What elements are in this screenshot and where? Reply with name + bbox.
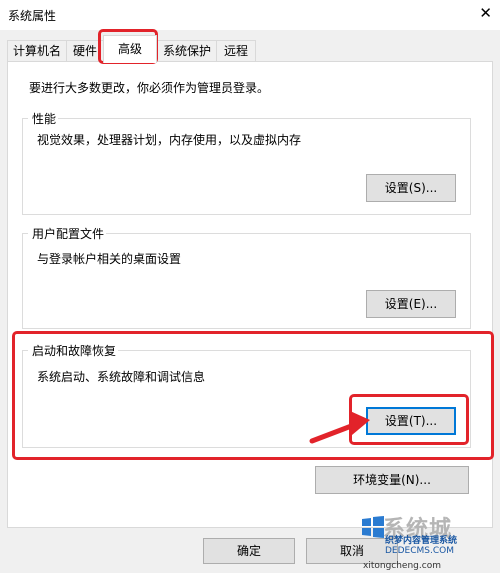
tab-label: 远程 xyxy=(223,44,248,58)
arrow-icon xyxy=(309,411,370,444)
title-bar: 系统属性 ✕ xyxy=(0,0,500,30)
user-profiles-title: 用户配置文件 xyxy=(30,225,107,242)
close-icon[interactable]: ✕ xyxy=(479,4,492,22)
performance-description: 视觉效果，处理器计划，内存使用，以及虚拟内存 xyxy=(37,133,302,147)
tab-label: 高级 xyxy=(117,42,142,56)
user-profiles-settings-button[interactable]: 设置(E)... xyxy=(366,290,456,318)
user-profiles-description: 与登录帐户相关的桌面设置 xyxy=(37,252,182,266)
ok-button[interactable]: 确定 xyxy=(203,538,295,564)
performance-title: 性能 xyxy=(30,110,59,127)
tab-computer-name[interactable]: 计算机名 xyxy=(7,40,67,62)
tab-label: 计算机名 xyxy=(12,44,61,58)
tab-system-protection[interactable]: 系统保护 xyxy=(157,40,217,62)
window-title: 系统属性 xyxy=(8,9,57,23)
watermark: 系统城 织梦内容管理系统 DEDECMS.COM xitongcheng.com xyxy=(355,511,500,573)
performance-settings-button[interactable]: 设置(S)... xyxy=(366,174,456,202)
environment-variables-button[interactable]: 环境变量(N)... xyxy=(315,466,469,494)
tab-label: 系统保护 xyxy=(162,44,211,58)
windows-logo-icon xyxy=(362,516,384,538)
tab-advanced[interactable]: 高级 xyxy=(103,35,157,63)
watermark-line3: xitongcheng.com xyxy=(363,561,441,571)
tab-remote[interactable]: 远程 xyxy=(216,40,256,62)
admin-notice: 要进行大多数更改，你必须作为管理员登录。 xyxy=(29,81,270,95)
tab-label: 硬件 xyxy=(72,44,97,58)
watermark-line1: 织梦内容管理系统 xyxy=(385,536,458,546)
watermark-line2: DEDECMS.COM xyxy=(385,546,454,556)
